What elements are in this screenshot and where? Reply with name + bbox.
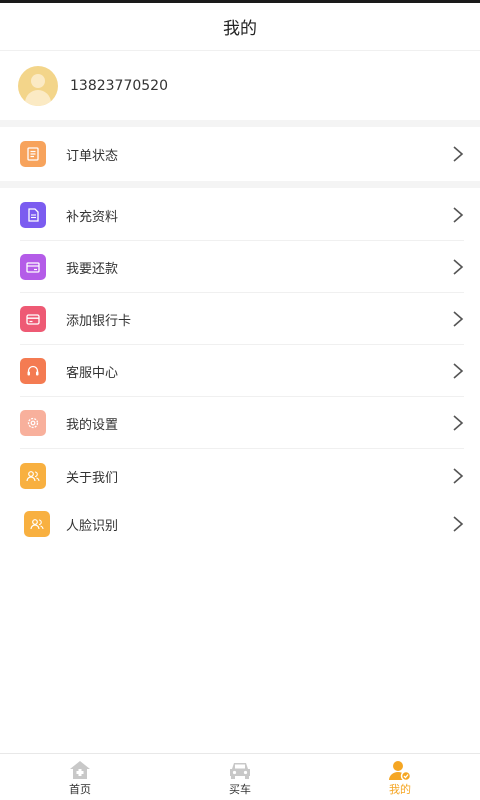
chevron-right-icon bbox=[453, 468, 464, 484]
settings-gear-icon bbox=[20, 410, 46, 436]
chevron-right-icon bbox=[453, 207, 464, 223]
tab-home[interactable]: 首页 bbox=[0, 754, 160, 800]
users-icon bbox=[20, 463, 46, 489]
menu-item-label: 补充资料 bbox=[66, 209, 119, 225]
home-icon bbox=[70, 761, 90, 779]
menu-item-about-us[interactable]: 关于我们 bbox=[0, 450, 480, 502]
menu-item-customer-service[interactable]: 客服中心 bbox=[0, 345, 480, 397]
profile-icon bbox=[389, 761, 412, 782]
profile-card[interactable]: 13823770520 bbox=[0, 52, 480, 120]
document-icon bbox=[20, 202, 46, 228]
page-title: 我的 bbox=[223, 19, 257, 39]
menu-item-order-status[interactable]: 订单状态 bbox=[0, 128, 480, 180]
tab-mine[interactable]: 我的 bbox=[320, 754, 480, 800]
chevron-right-icon bbox=[453, 516, 464, 532]
user-avatar-icon[interactable] bbox=[18, 66, 58, 106]
row-divider bbox=[20, 448, 464, 449]
order-document-icon bbox=[20, 141, 46, 167]
chevron-right-icon bbox=[453, 146, 464, 162]
tab-label: 买车 bbox=[229, 783, 251, 796]
menu-item-label: 添加银行卡 bbox=[66, 313, 132, 329]
tab-label: 我的 bbox=[389, 783, 411, 796]
menu-item-supplement-info[interactable]: 补充资料 bbox=[0, 189, 480, 241]
face-id-icon bbox=[24, 511, 50, 537]
menu-item-face-recognition[interactable]: 人脸识别 bbox=[0, 498, 480, 550]
menu-item-label: 客服中心 bbox=[66, 365, 119, 381]
tab-label: 首页 bbox=[69, 783, 91, 796]
chevron-right-icon bbox=[453, 259, 464, 275]
page-header: 我的 bbox=[0, 3, 480, 51]
profile-phone: 13823770520 bbox=[70, 78, 168, 94]
repay-card-icon bbox=[20, 254, 46, 280]
headset-icon bbox=[20, 358, 46, 384]
bank-card-icon bbox=[20, 306, 46, 332]
chevron-right-icon bbox=[453, 415, 464, 431]
tab-buy-car[interactable]: 买车 bbox=[160, 754, 320, 800]
car-icon bbox=[230, 763, 250, 779]
menu-item-label: 订单状态 bbox=[66, 148, 119, 164]
menu-item-add-bank-card[interactable]: 添加银行卡 bbox=[0, 293, 480, 345]
section-divider bbox=[0, 120, 480, 127]
menu-item-label: 我的设置 bbox=[66, 417, 119, 433]
section-divider bbox=[0, 181, 480, 188]
chevron-right-icon bbox=[453, 363, 464, 379]
menu-item-my-settings[interactable]: 我的设置 bbox=[0, 397, 480, 449]
menu-item-repayment[interactable]: 我要还款 bbox=[0, 241, 480, 293]
menu-item-label: 关于我们 bbox=[66, 470, 119, 486]
bottom-tab-bar: 首页 买车 我的 bbox=[0, 753, 480, 800]
menu-item-label: 人脸识别 bbox=[66, 518, 119, 534]
menu-item-label: 我要还款 bbox=[66, 261, 119, 277]
chevron-right-icon bbox=[453, 311, 464, 327]
